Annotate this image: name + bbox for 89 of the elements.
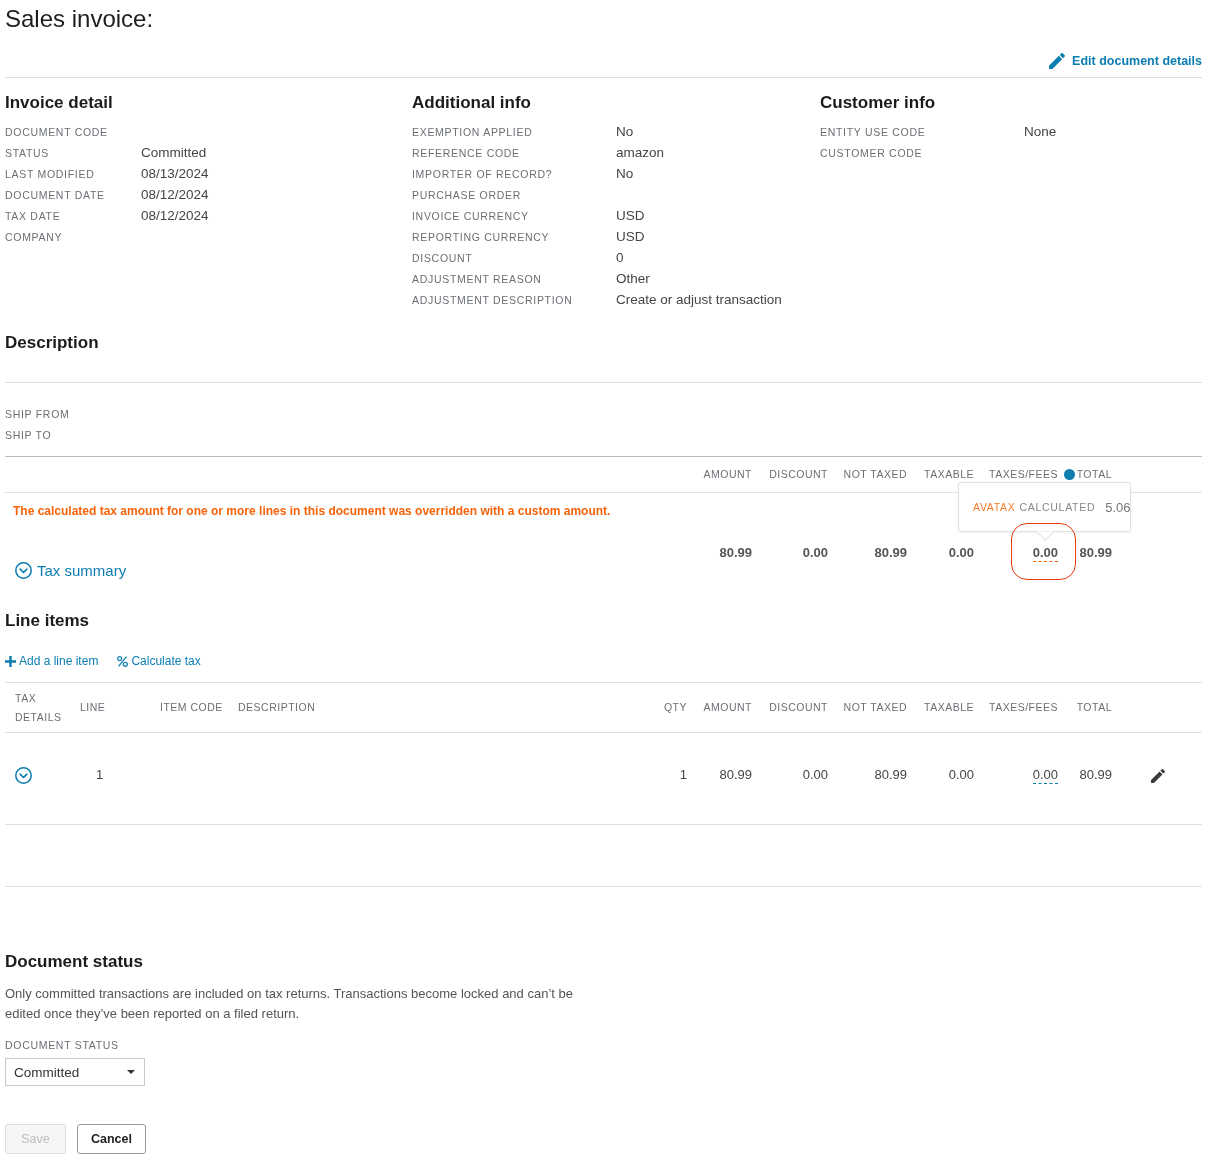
table-cell: 80.99 <box>719 767 752 784</box>
field-label: IMPORTER OF RECORD? <box>412 167 553 180</box>
total-value: 0.00 <box>802 544 828 562</box>
column-header: AMOUNT <box>703 467 752 482</box>
plus-icon <box>5 655 16 667</box>
field-label: ADJUSTMENT REASON <box>412 272 542 285</box>
field-label: LAST MODIFIED <box>5 167 95 180</box>
field-label: ADJUSTMENT DESCRIPTION <box>412 293 573 306</box>
field-value: 08/13/2024 <box>141 166 209 181</box>
table-cell: 0.00 <box>802 767 828 784</box>
edit-document-link[interactable]: Edit document details <box>1049 53 1202 69</box>
section-heading: Line items <box>5 610 90 632</box>
total-value: 0.00 <box>1032 544 1058 562</box>
column-header: AMOUNT <box>703 700 752 715</box>
section-heading: Invoice detail <box>5 92 113 114</box>
column-header: DESCRIPTION <box>238 700 316 715</box>
field-label: PURCHASE ORDER <box>412 188 521 201</box>
field-label: REFERENCE CODE <box>412 146 520 159</box>
tooltip-source: AVATAX <box>973 501 1016 513</box>
table-cell: 0.00 <box>1032 767 1058 784</box>
page-title: Sales invoice: <box>5 4 154 34</box>
field-label: DISCOUNT <box>412 251 473 264</box>
field-label: INVOICE CURRENCY <box>412 209 529 222</box>
field-value: No <box>616 166 634 181</box>
total-value: 80.99 <box>874 544 907 562</box>
chevron-down-circle-icon[interactable] <box>15 767 32 784</box>
column-header: TOTAL <box>1076 467 1112 482</box>
section-heading: Customer info <box>820 92 936 114</box>
tooltip-value: 5.06 <box>1105 499 1131 515</box>
field-label: REPORTING CURRENCY <box>412 230 550 243</box>
field-label: STATUS <box>5 146 50 159</box>
field-label: EXEMPTION APPLIED <box>412 125 533 138</box>
field-value: Committed <box>141 145 207 160</box>
column-header: QTY <box>663 700 687 715</box>
column-header: TAXES/FEES <box>989 700 1058 715</box>
cancel-button[interactable]: Cancel <box>77 1124 146 1154</box>
field-value: Other <box>616 271 650 286</box>
column-header: TAX DETAILS <box>15 690 63 725</box>
field-value: No <box>616 124 634 139</box>
column-header: DISCOUNT <box>769 700 828 715</box>
field-label: TAX DATE <box>5 209 61 222</box>
table-cell: 80.99 <box>874 767 907 784</box>
field-label: DOCUMENT CODE <box>5 125 108 138</box>
field-label: COMPANY <box>5 230 63 243</box>
field-label: DOCUMENT STATUS <box>5 1038 119 1052</box>
field-label: DOCUMENT DATE <box>5 188 105 201</box>
total-value: 80.99 <box>719 544 752 562</box>
column-header: NOT TAXED <box>843 467 907 482</box>
field-label: CUSTOMER CODE <box>820 146 923 159</box>
column-header: TAXABLE <box>924 700 974 715</box>
warning-message: The calculated tax amount for one or more lines in this document was overridden with a custom amount. <box>13 503 611 520</box>
calculate-tax-link[interactable]: Calculate tax <box>117 653 201 669</box>
section-heading: Additional info <box>412 92 531 114</box>
column-header: NOT TAXED <box>843 700 907 715</box>
field-value: 08/12/2024 <box>141 208 209 223</box>
column-header: ITEM CODE <box>160 700 223 715</box>
add-line-item-link[interactable]: Add a line item <box>5 653 99 669</box>
table-cell: 80.99 <box>1079 767 1112 784</box>
column-header: TAXABLE <box>924 467 974 482</box>
field-value: None <box>1024 124 1057 139</box>
field-label: SHIP TO <box>5 428 52 441</box>
percent-icon <box>117 655 129 667</box>
field-value: Create or adjust transaction <box>616 292 782 307</box>
pencil-icon[interactable] <box>1151 768 1165 783</box>
caret-icon <box>127 1070 135 1074</box>
column-header: TOTAL <box>1076 700 1112 715</box>
field-value: USD <box>616 229 645 244</box>
total-value: 80.99 <box>1079 544 1112 562</box>
table-cell: 0.00 <box>948 767 974 784</box>
column-header: TAXES/FEES <box>989 467 1058 482</box>
tax-summary-toggle[interactable]: Tax summary <box>15 560 127 580</box>
field-value: 0 <box>616 250 624 265</box>
table-cell: 1 <box>679 767 687 784</box>
field-label: ENTITY USE CODE <box>820 125 926 138</box>
section-heading: Description <box>5 332 99 354</box>
field-label: SHIP FROM <box>5 407 70 420</box>
column-header: LINE <box>80 700 106 715</box>
field-value: 08/12/2024 <box>141 187 209 202</box>
dot-icon <box>1063 469 1075 480</box>
pencil-icon <box>1049 53 1066 69</box>
section-heading: Document status <box>5 951 143 973</box>
column-header: DISCOUNT <box>769 467 828 482</box>
status-description: Only committed transactions are included on tax returns. Transactions become locked and can’t be edited once they’ve been reported on a filed return. <box>5 985 574 1023</box>
status-select[interactable]: Committed <box>5 1058 145 1086</box>
table-cell: 1 <box>96 767 104 784</box>
tooltip-label: CALCULATED <box>1019 501 1096 513</box>
field-value: USD <box>616 208 645 223</box>
total-value: 0.00 <box>948 544 974 562</box>
field-value: amazon <box>616 145 665 160</box>
